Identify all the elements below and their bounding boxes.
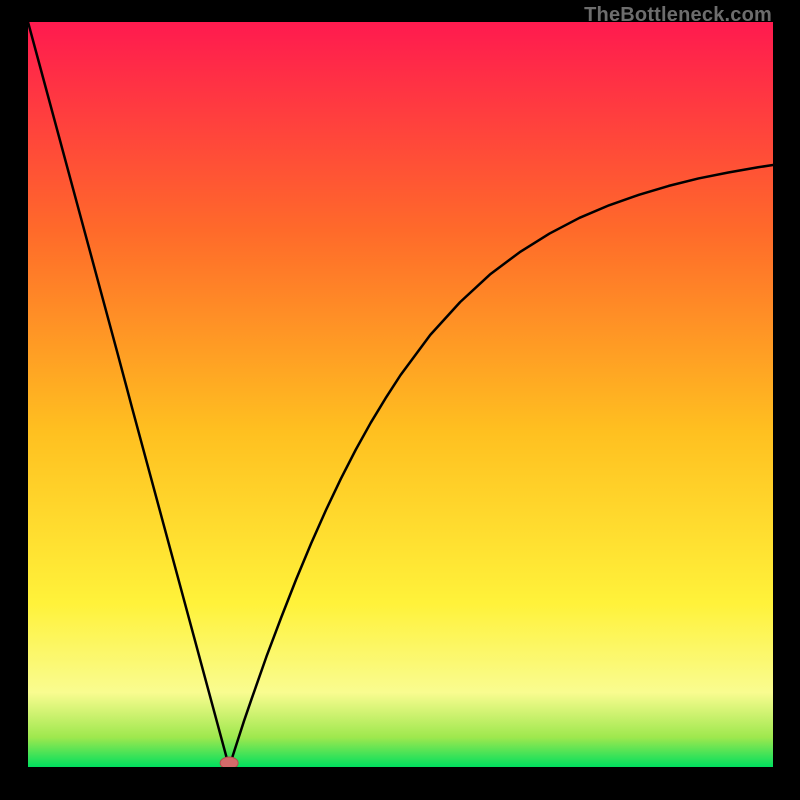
bottleneck-chart	[28, 22, 773, 767]
chart-frame	[28, 22, 773, 767]
gradient-background	[28, 22, 773, 767]
optimal-point-marker	[220, 757, 238, 767]
